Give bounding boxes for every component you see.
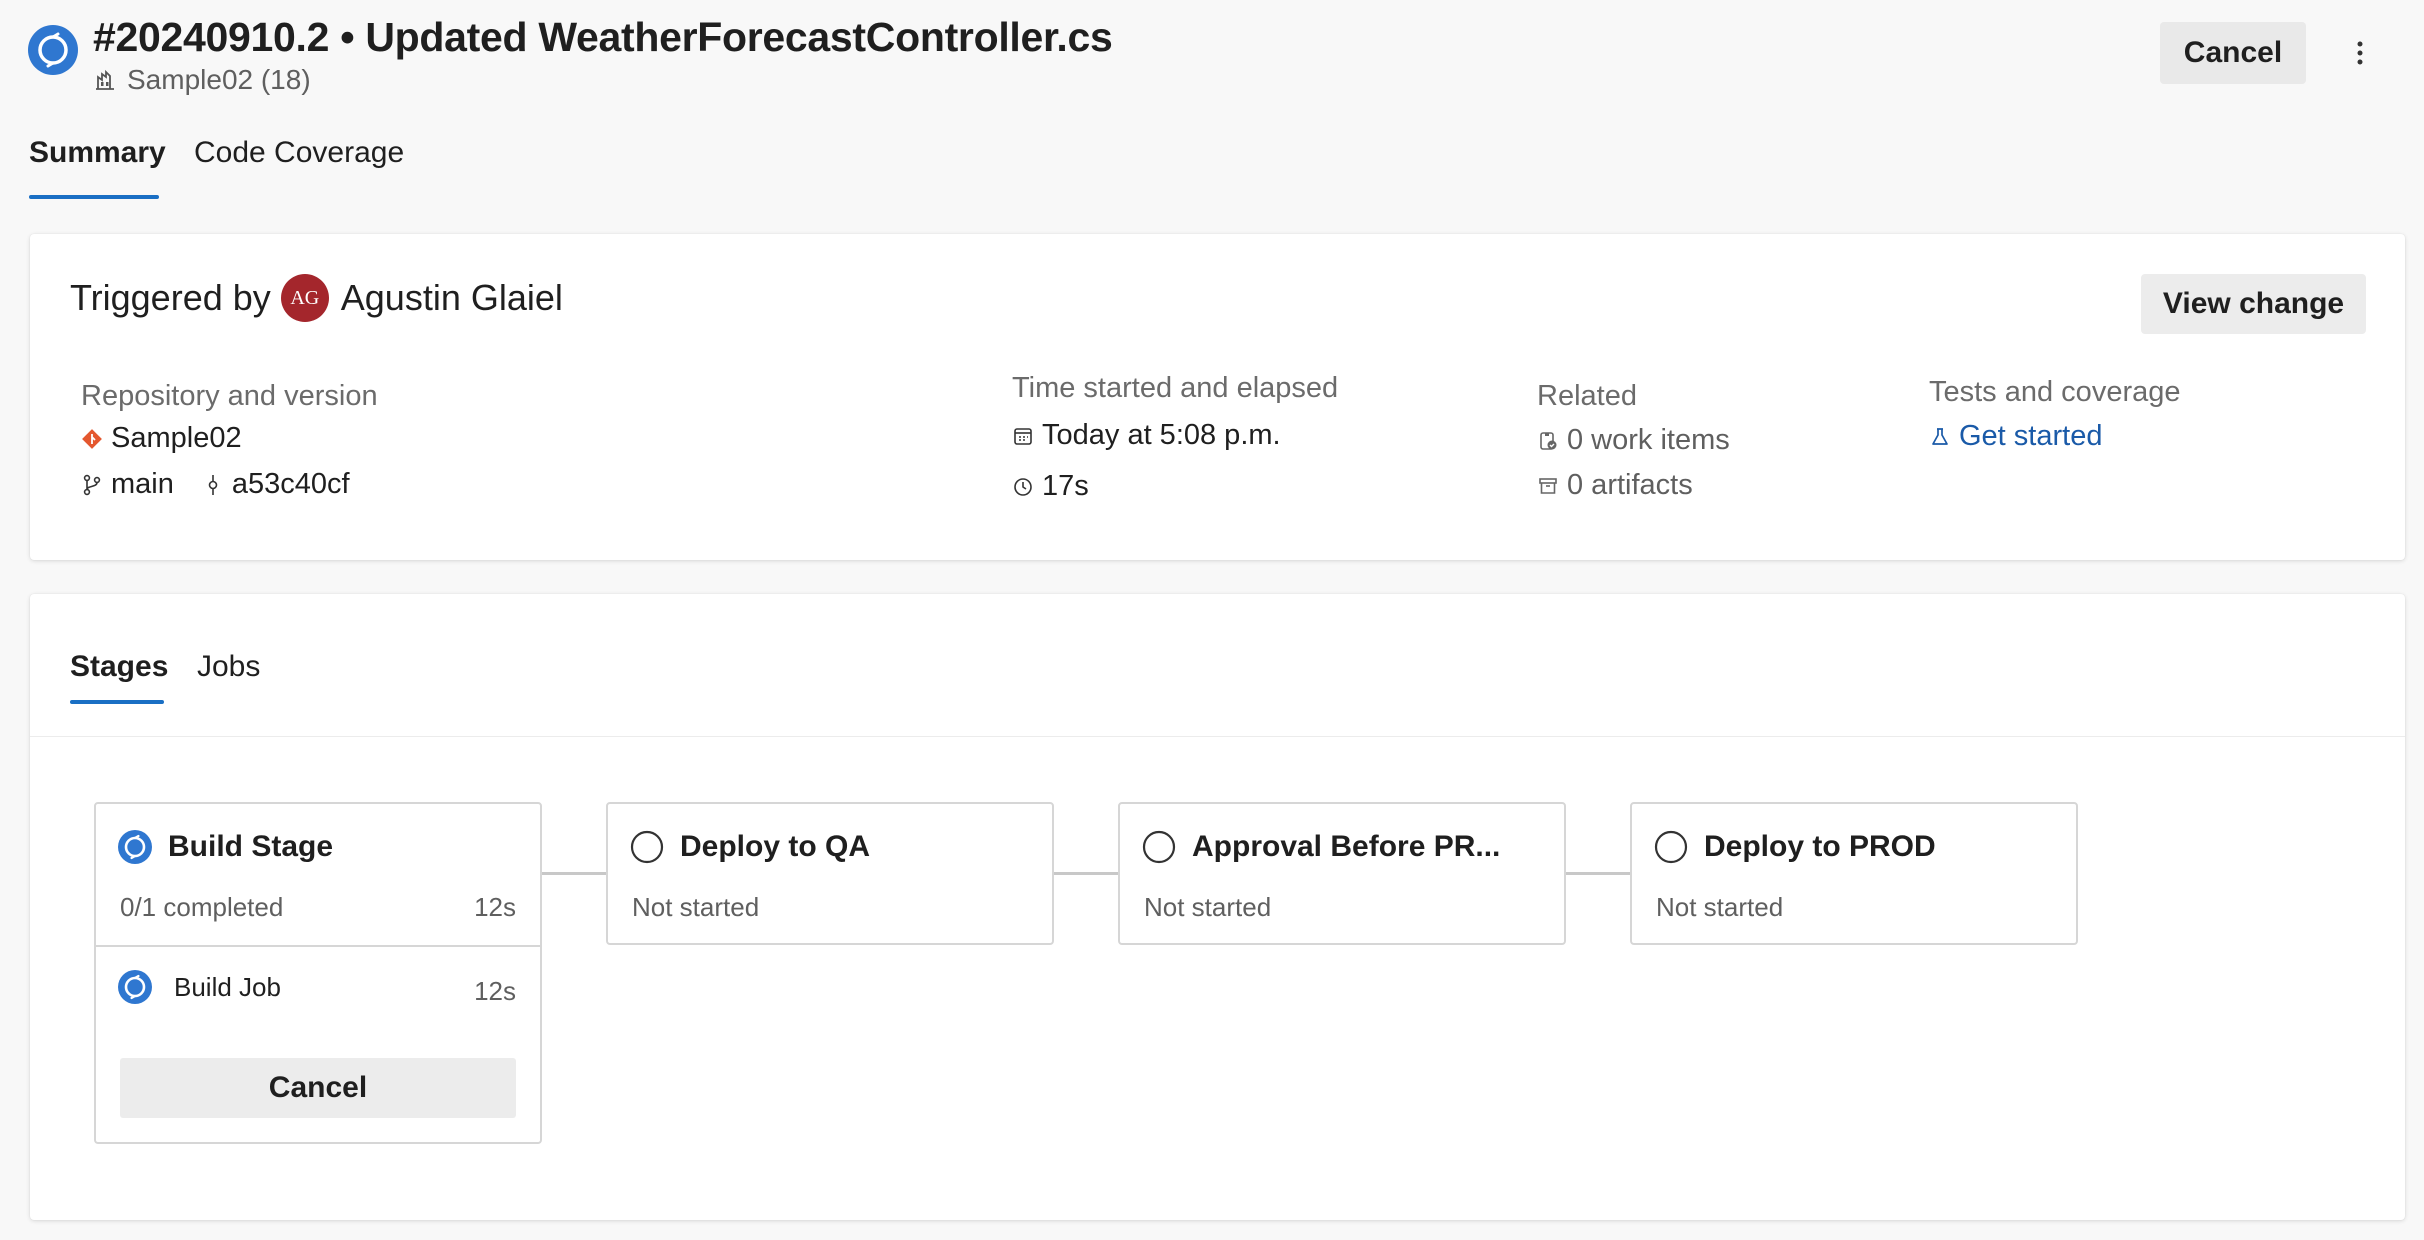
repository-heading: Repository and version	[81, 380, 378, 412]
start-time-value: Today at 5:08 p.m.	[1042, 419, 1281, 451]
stage-header: Approval Before PR...	[1142, 830, 1500, 864]
artifacts-link[interactable]: 0 artifacts	[1537, 469, 1693, 502]
time-heading: Time started and elapsed	[1012, 372, 1339, 404]
tab-stages[interactable]: Stages	[70, 650, 168, 684]
stage-deploy-qa[interactable]: Deploy to QA Not started	[606, 802, 1054, 945]
stage-progress: Not started	[1144, 892, 1272, 922]
pipeline-link[interactable]: Sample02 (18)	[93, 64, 311, 96]
stage-deploy-prod[interactable]: Deploy to PROD Not started	[1630, 802, 2078, 945]
stage-progress: 0/1 completed	[120, 892, 284, 922]
view-change-button[interactable]: View change	[2141, 274, 2366, 334]
stage-name: Build Stage	[168, 830, 334, 863]
tab-summary[interactable]: Summary	[29, 136, 166, 170]
not-started-status-icon	[1654, 830, 1688, 864]
job-duration: 12s	[474, 976, 516, 1006]
not-started-status-icon	[630, 830, 664, 864]
not-started-status-icon	[1142, 830, 1176, 864]
user-name: Agustin Glaiel	[340, 277, 563, 318]
artifact-icon	[1537, 475, 1559, 497]
cancel-run-button[interactable]: Cancel	[2160, 22, 2306, 84]
more-actions-icon[interactable]	[2340, 30, 2380, 76]
stage-approval[interactable]: Approval Before PR... Not started	[1118, 802, 1566, 945]
job-name: Build Job	[174, 971, 281, 1002]
branch-icon	[81, 474, 103, 496]
divider	[96, 945, 540, 947]
artifacts-count: 0 artifacts	[1567, 469, 1693, 501]
avatar[interactable]: AG	[280, 274, 329, 322]
triggered-by: Triggered by AG Agustin Glaiel	[70, 272, 563, 324]
commit-id[interactable]: a53c40cf	[232, 468, 350, 501]
stage-connector	[1566, 872, 1630, 875]
running-status-icon	[28, 25, 78, 75]
start-time: Today at 5:08 p.m.	[1012, 419, 1281, 452]
work-items-link[interactable]: 0 work items	[1537, 424, 1730, 457]
stage-duration: 12s	[474, 892, 516, 922]
divider	[30, 736, 2405, 737]
stage-connector	[1054, 872, 1118, 875]
stage-connector	[542, 872, 606, 875]
stage-name: Approval Before PR...	[1192, 830, 1501, 863]
stage-name: Deploy to QA	[680, 830, 871, 863]
pipeline-icon	[93, 68, 117, 92]
repository-link[interactable]: Sample02	[81, 422, 242, 455]
tests-heading: Tests and coverage	[1929, 376, 2181, 408]
tab-selected-indicator	[70, 700, 164, 704]
git-repo-icon	[81, 428, 103, 450]
cancel-stage-button[interactable]: Cancel	[120, 1058, 516, 1118]
get-started-label: Get started	[1959, 420, 2103, 452]
stage-header: Build Stage	[118, 830, 333, 864]
stage-header: Deploy to PROD	[1654, 830, 1936, 864]
page-title: #20240910.2 • Updated WeatherForecastCon…	[93, 14, 1113, 60]
tab-jobs[interactable]: Jobs	[197, 650, 260, 684]
commit-icon	[202, 474, 224, 496]
elapsed-time-value: 17s	[1042, 470, 1089, 502]
pipeline-name: Sample02 (18)	[127, 64, 311, 95]
get-started-link[interactable]: Get started	[1929, 420, 2102, 453]
running-status-icon	[118, 970, 152, 1004]
stage-progress: Not started	[1656, 892, 1784, 922]
work-item-icon	[1537, 430, 1559, 452]
repository-name: Sample02	[111, 422, 242, 454]
stage-build[interactable]: Build Stage 0/1 completed 12s Build Job …	[94, 802, 542, 1144]
work-items-count: 0 work items	[1567, 424, 1730, 456]
calendar-icon	[1012, 425, 1034, 447]
job-item[interactable]: Build Job	[118, 970, 281, 1004]
tab-selected-indicator	[29, 195, 159, 199]
flask-icon	[1929, 426, 1951, 448]
elapsed-time: 17s	[1012, 470, 1089, 503]
stage-header: Deploy to QA	[630, 830, 870, 864]
stage-progress: Not started	[632, 892, 760, 922]
running-status-icon	[118, 830, 152, 864]
stage-name: Deploy to PROD	[1704, 830, 1936, 863]
related-heading: Related	[1537, 380, 1637, 412]
tab-code-coverage[interactable]: Code Coverage	[194, 136, 404, 170]
clock-icon	[1012, 476, 1034, 498]
branch-commit-row: main a53c40cf	[81, 468, 350, 501]
triggered-by-label: Triggered by	[70, 277, 271, 318]
branch-name[interactable]: main	[111, 468, 174, 501]
